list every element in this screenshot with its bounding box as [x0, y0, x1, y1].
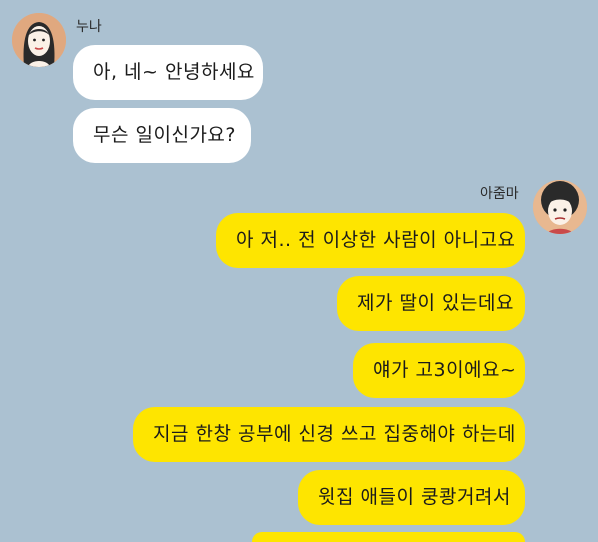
- message-bubble-2: 무슨 일이신가요?: [73, 108, 251, 163]
- message-bubble-partial: [252, 532, 525, 542]
- message-bubble-4: 제가 딸이 있는데요: [337, 276, 525, 331]
- chat-window: 누나 아, 네~ 안녕하세요 무슨 일이신가요? 아줌마 아 저.. 전 이상한…: [0, 0, 598, 542]
- woman-face-icon: [533, 180, 587, 234]
- sister-name: 누나: [76, 19, 102, 35]
- message-bubble-3: 아 저.. 전 이상한 사람이 아니고요: [216, 213, 525, 268]
- ajumma-avatar[interactable]: [533, 180, 587, 234]
- woman-face-icon: [12, 13, 66, 67]
- message-bubble-6: 지금 한창 공부에 신경 쓰고 집중해야 하는데: [133, 407, 525, 462]
- message-bubble-7: 윗집 애들이 쿵쾅거려서: [298, 470, 525, 525]
- message-bubble-1: 아, 네~ 안녕하세요: [73, 45, 263, 100]
- message-bubble-5: 얘가 고3이에요~: [353, 343, 525, 398]
- sister-avatar[interactable]: [12, 13, 66, 67]
- ajumma-name: 아줌마: [480, 186, 519, 202]
